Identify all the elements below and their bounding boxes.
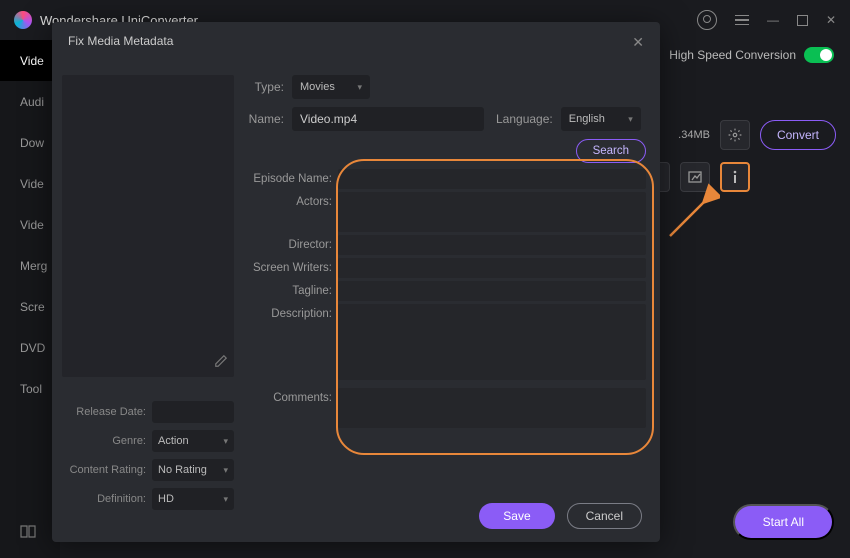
actors-input[interactable] [338,192,646,232]
description-input[interactable] [338,304,646,380]
highspeed-label: High Speed Conversion [669,48,796,62]
episode-label: Episode Name: [246,169,338,189]
release-date-input[interactable] [152,401,234,423]
episode-input[interactable] [338,169,646,189]
file-size-label: .34MB [678,129,710,141]
comments-input[interactable] [338,388,646,428]
search-button[interactable]: Search [576,139,646,163]
actors-label: Actors: [246,192,338,232]
tagline-label: Tagline: [246,281,338,301]
genre-label: Genre: [62,435,152,447]
writers-input[interactable] [338,258,646,278]
sidebar: Vide Audi Dow Vide Vide Merg Scre DVD To… [0,40,60,558]
sidebar-item-download[interactable]: Dow [0,122,60,163]
menu-icon[interactable] [735,15,749,26]
language-label: Language: [496,112,561,126]
app-logo-icon [14,11,32,29]
name-input[interactable]: Video.mp4 [292,107,484,131]
director-label: Director: [246,235,338,255]
sidebar-item-video-compress[interactable]: Vide [0,163,60,204]
sidebar-item-dvd[interactable]: DVD [0,327,60,368]
convert-button[interactable]: Convert [760,120,836,150]
sidebar-item-merge[interactable]: Merg [0,245,60,286]
definition-label: Definition: [62,493,152,505]
sidebar-item-video-converter[interactable]: Vide [0,40,60,81]
tagline-input[interactable] [338,281,646,301]
modal-close-icon[interactable]: ✕ [632,34,644,51]
genre-select[interactable]: Action▾ [152,430,234,452]
type-select[interactable]: Movies▾ [292,75,370,99]
sidebar-item-video-edit[interactable]: Vide [0,204,60,245]
sidebar-item-screen[interactable]: Scre [0,286,60,327]
comments-label: Comments: [246,388,338,428]
save-button[interactable]: Save [479,503,554,529]
edit-cover-icon[interactable] [214,354,228,371]
settings-icon[interactable] [720,120,750,150]
cancel-button[interactable]: Cancel [567,503,642,529]
release-date-label: Release Date: [62,406,152,418]
close-icon[interactable]: ✕ [826,13,836,27]
start-all-button[interactable]: Start All [733,504,834,540]
modal-title: Fix Media Metadata [68,34,173,51]
description-label: Description: [246,304,338,380]
crop-icon[interactable] [680,162,710,192]
sidebar-item-toolbox[interactable]: Tool [0,368,60,409]
minimize-icon[interactable]: — [767,13,779,27]
metadata-modal: Fix Media Metadata ✕ Type: Movies▾ Name:… [52,22,660,542]
profile-icon[interactable] [697,10,717,30]
highspeed-toggle[interactable] [804,47,834,63]
language-select[interactable]: English▾ [561,107,641,131]
name-label: Name: [246,112,292,126]
maximize-icon[interactable] [797,15,808,26]
sidebar-item-audio[interactable]: Audi [0,81,60,122]
writers-label: Screen Writers: [246,258,338,278]
rating-select[interactable]: No Rating▾ [152,459,234,481]
definition-select[interactable]: HD▾ [152,488,234,510]
metadata-info-button[interactable] [720,162,750,192]
type-label: Type: [246,80,292,94]
director-input[interactable] [338,235,646,255]
cover-thumbnail[interactable] [62,75,234,377]
guide-icon[interactable] [20,525,36,542]
rating-label: Content Rating: [62,464,152,476]
